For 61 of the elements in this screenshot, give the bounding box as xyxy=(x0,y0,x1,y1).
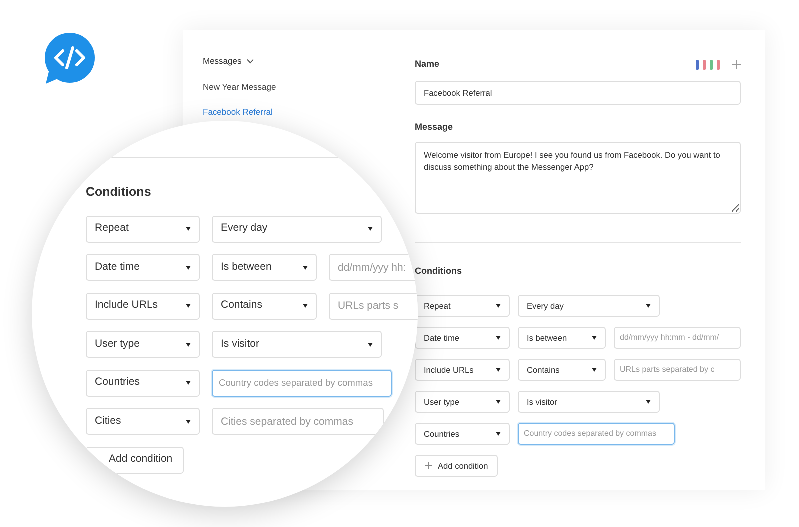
caret-icon xyxy=(303,266,308,270)
caret-icon xyxy=(368,342,373,347)
flag-icon[interactable] xyxy=(696,60,706,70)
input-field[interactable]: Cities separated by commas xyxy=(212,408,384,436)
dropdown[interactable]: Is between xyxy=(518,326,606,349)
caret-icon xyxy=(186,420,191,424)
dropdown[interactable]: Is visitor xyxy=(518,390,660,413)
caret-icon xyxy=(186,227,191,232)
input-field[interactable]: Country codes separated by commas xyxy=(212,370,392,397)
input-field[interactable]: URLs parts separated by c xyxy=(614,358,741,381)
dropdown[interactable]: Is between xyxy=(212,254,317,282)
dropdown[interactable]: User type xyxy=(415,390,510,413)
add-condition-button[interactable]: Add condition xyxy=(415,454,498,477)
dropdown[interactable]: Is visitor xyxy=(212,331,382,358)
caret-icon xyxy=(186,342,191,347)
message-field[interactable]: Welcome visitor from Europe! I see you found us from Facebook. Do you want to discuss something about the Messenger App? xyxy=(415,142,741,214)
dropdown[interactable]: Contains xyxy=(518,358,606,381)
section-title: Conditions xyxy=(415,265,463,278)
dropdown[interactable]: Date time xyxy=(415,326,510,349)
caret-icon xyxy=(303,304,308,308)
section-title: Conditions xyxy=(86,184,152,201)
name-field[interactable]: Facebook Referral xyxy=(415,80,741,105)
chevron-down-icon[interactable] xyxy=(246,58,254,64)
caret-icon xyxy=(186,304,191,308)
sidebar-heading[interactable]: Messages xyxy=(203,55,242,68)
caret-icon xyxy=(496,336,501,340)
dropdown[interactable]: Countries xyxy=(86,370,200,397)
caret-icon xyxy=(496,368,501,372)
caret-icon xyxy=(186,266,191,270)
add-icon[interactable] xyxy=(732,60,741,70)
dropdown[interactable]: Every day xyxy=(518,294,660,317)
flag-icon[interactable] xyxy=(710,60,720,70)
sidebar-item[interactable]: New Year Message xyxy=(203,80,276,94)
add-condition-button[interactable]: Add condition xyxy=(86,446,184,474)
input-field[interactable]: dd/mm/yyy hh:mm - dd/mm/ xyxy=(614,326,741,349)
field-label: Message xyxy=(415,120,454,134)
caret-icon xyxy=(646,400,651,404)
input-field[interactable]: Country codes separated by commas xyxy=(518,422,675,445)
caret-icon xyxy=(496,432,501,436)
dropdown[interactable]: Countries xyxy=(415,422,510,445)
input-field[interactable]: URLs parts s xyxy=(329,292,418,320)
dropdown[interactable]: Date time xyxy=(86,254,200,282)
dropdown[interactable]: Repeat xyxy=(86,216,200,243)
dropdown[interactable]: Every day xyxy=(212,216,382,243)
caret-icon xyxy=(592,368,597,372)
dropdown[interactable]: Include URLs xyxy=(86,292,200,320)
caret-icon xyxy=(368,227,373,232)
caret-icon xyxy=(496,304,501,308)
caret-icon xyxy=(496,400,501,404)
dropdown[interactable]: Repeat xyxy=(415,294,510,317)
field-label: Name xyxy=(415,58,440,71)
caret-icon xyxy=(592,336,597,340)
dropdown[interactable]: Cities xyxy=(86,408,200,436)
caret-icon xyxy=(646,304,651,308)
dropdown[interactable]: Contains xyxy=(212,292,317,320)
sidebar-item[interactable]: Facebook Referral xyxy=(203,106,273,118)
dropdown[interactable]: User type xyxy=(86,331,200,358)
dropdown[interactable]: Include URLs xyxy=(415,358,510,381)
plus-icon xyxy=(425,462,432,470)
code-chat-icon xyxy=(42,32,96,86)
caret-icon xyxy=(186,381,191,386)
